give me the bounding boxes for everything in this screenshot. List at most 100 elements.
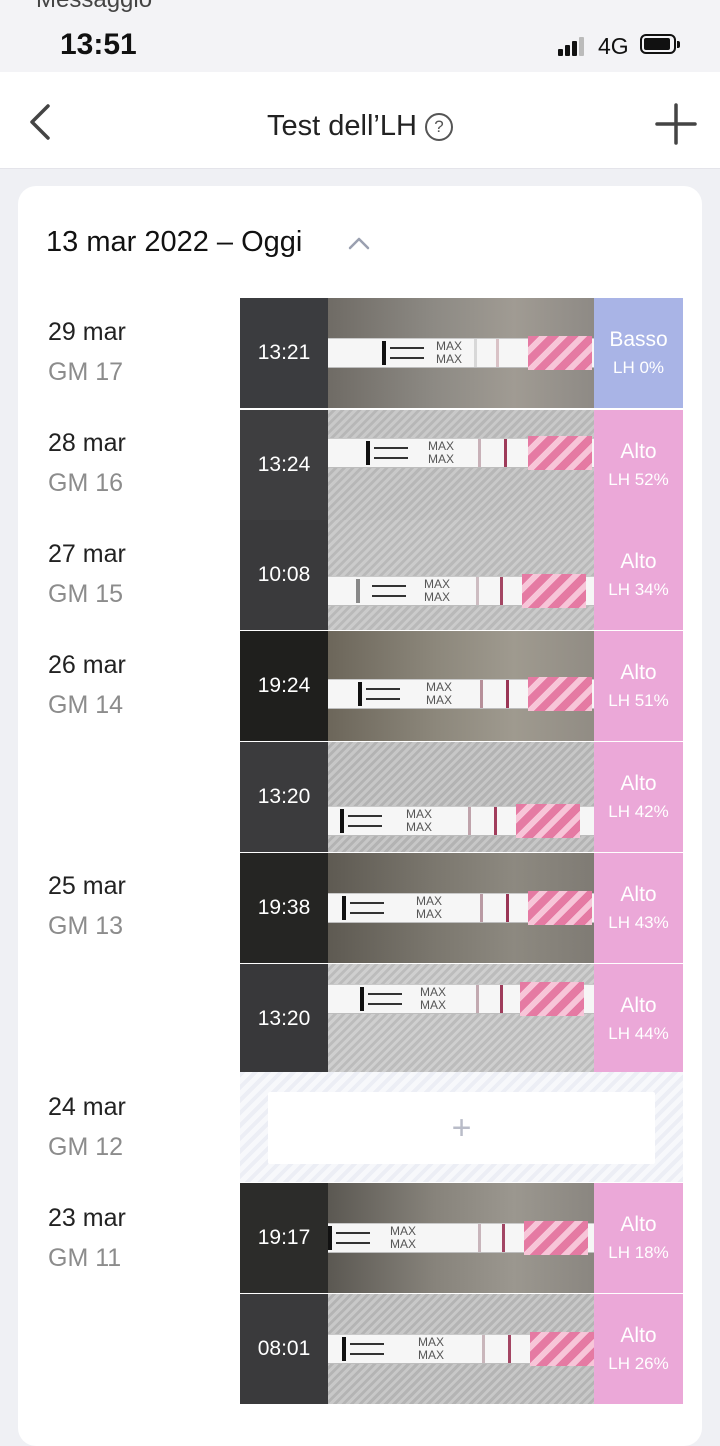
lh-level: Alto: [620, 1213, 657, 1236]
lh-result-badge: Alto LH 44%: [594, 964, 683, 1074]
lh-level: Alto: [620, 661, 657, 684]
cycle-day: GM 12: [48, 1133, 124, 1161]
lh-percent: LH 43%: [608, 913, 669, 932]
test-time: 13:20: [240, 742, 328, 852]
lh-percent: LH 26%: [608, 1354, 669, 1373]
cycle-day: GM 16: [48, 469, 124, 497]
test-entry[interactable]: 13:21 MAX MAX Basso LH 0%: [240, 298, 683, 408]
lh-result-badge: Alto LH 51%: [594, 631, 683, 741]
test-entry[interactable]: 19:17 MAX MAX Alto LH 18%: [240, 1183, 683, 1293]
strip-label: MAX: [424, 590, 451, 604]
lh-result-badge: Alto LH 42%: [594, 742, 683, 852]
strip-label: MAX: [420, 998, 447, 1012]
strip-label: MAX: [426, 680, 453, 694]
strip-label: MAX: [418, 1335, 445, 1349]
add-test-icon[interactable]: [654, 102, 698, 146]
test-strip-photo: MAX MAX: [328, 964, 594, 1074]
test-time: 13:24: [240, 410, 328, 520]
lh-percent: LH 51%: [608, 691, 669, 710]
lh-level: Alto: [620, 550, 657, 573]
lh-percent: LH 18%: [608, 1243, 669, 1262]
battery-icon: [640, 34, 680, 54]
back-to-app-label[interactable]: Messaggio: [36, 0, 152, 14]
strip-label: MAX: [418, 1348, 445, 1362]
test-strip: MAX MAX: [328, 982, 594, 1016]
test-strip: MAX MAX: [328, 1332, 594, 1366]
test-strip-photo: MAX MAX: [328, 853, 594, 963]
test-strip: MAX MAX: [328, 891, 594, 925]
test-strip-photo: MAX MAX: [328, 520, 594, 630]
lh-result-badge: Basso LH 0%: [594, 298, 683, 408]
day-date: 23 mar: [48, 1204, 126, 1232]
add-test-button[interactable]: +: [268, 1092, 655, 1164]
test-entry[interactable]: 10:08 MAX MAX Alto LH 34%: [240, 520, 683, 630]
lh-result-badge: Alto LH 26%: [594, 1294, 683, 1404]
test-entry[interactable]: 13:24 MAX MAX Alto LH 52%: [240, 409, 683, 520]
test-entry[interactable]: 13:20 MAX MAX Alto LH 42%: [240, 742, 683, 852]
lh-result-badge: Alto LH 43%: [594, 853, 683, 963]
test-entry[interactable]: 13:20 MAX MAX Alto LH 44%: [240, 964, 683, 1074]
strip-label: MAX: [416, 894, 443, 908]
test-strip: MAX MAX: [328, 336, 594, 370]
lh-percent: LH 52%: [608, 470, 669, 489]
strip-label: MAX: [436, 352, 463, 366]
test-strip-photo: MAX MAX: [328, 298, 594, 408]
day-date: 24 mar: [48, 1093, 126, 1121]
lh-result-badge: Alto LH 52%: [594, 410, 683, 520]
strip-label: MAX: [424, 577, 451, 591]
test-time: 13:21: [240, 298, 328, 408]
nav-bar: Test dell’LH?: [0, 72, 720, 169]
empty-day-slot: +: [240, 1072, 683, 1182]
strip-label: MAX: [406, 820, 433, 834]
test-time: 10:08: [240, 520, 328, 630]
network-type: 4G: [598, 33, 629, 59]
cycle-day: GM 11: [48, 1244, 122, 1272]
test-strip-photo: MAX MAX: [328, 410, 594, 520]
strip-label: MAX: [426, 693, 453, 707]
test-entry[interactable]: 08:01 MAX MAX Alto LH 26%: [240, 1294, 683, 1404]
test-strip-photo: MAX MAX: [328, 742, 594, 852]
cycle-day: GM 13: [48, 912, 124, 940]
test-strip: MAX MAX: [328, 436, 594, 470]
day-date: 25 mar: [48, 872, 126, 900]
test-strip-photo: MAX MAX: [328, 631, 594, 741]
test-time: 13:20: [240, 964, 328, 1074]
lh-level: Alto: [620, 994, 657, 1017]
lh-percent: LH 34%: [608, 580, 669, 599]
test-time: 19:24: [240, 631, 328, 741]
day-date: 28 mar: [48, 429, 126, 457]
strip-label: MAX: [390, 1237, 417, 1251]
test-strip: MAX MAX: [328, 574, 594, 608]
test-time: 19:17: [240, 1183, 328, 1293]
lh-result-badge: Alto LH 18%: [594, 1183, 683, 1293]
cycle-day: GM 17: [48, 358, 124, 386]
strip-label: MAX: [406, 807, 433, 821]
lh-level: Alto: [620, 1324, 657, 1347]
day-date: 27 mar: [48, 540, 126, 568]
test-strip: MAX MAX: [328, 1221, 594, 1255]
day-date: 29 mar: [48, 318, 126, 346]
test-history-card: 13 mar 2022 – Oggi 29 mar GM 17 28 mar G…: [18, 186, 702, 1446]
period-title: 13 mar 2022 – Oggi: [46, 226, 303, 258]
test-entry[interactable]: 19:38 MAX MAX Alto LH 43%: [240, 853, 683, 963]
strip-label: MAX: [428, 439, 455, 453]
lh-level: Alto: [620, 772, 657, 795]
help-icon[interactable]: ?: [424, 113, 453, 141]
test-entry[interactable]: 19:24 MAX MAX Alto LH 51%: [240, 631, 683, 741]
lh-percent: LH 44%: [608, 1024, 669, 1043]
test-strip: MAX MAX: [328, 804, 594, 838]
cycle-day: GM 14: [48, 691, 124, 719]
chevron-up-icon[interactable]: [348, 236, 370, 250]
test-strip-photo: MAX MAX: [328, 1183, 594, 1293]
strip-label: MAX: [428, 452, 455, 466]
strip-label: MAX: [436, 339, 463, 353]
lh-level: Alto: [620, 440, 657, 463]
cycle-day: GM 15: [48, 580, 124, 608]
lh-percent: LH 0%: [612, 358, 665, 377]
lh-percent: LH 42%: [608, 802, 669, 821]
test-strip: MAX MAX: [328, 677, 594, 711]
test-time: 19:38: [240, 853, 328, 963]
test-strip-photo: MAX MAX: [328, 1294, 594, 1404]
strip-label: MAX: [390, 1224, 417, 1238]
strip-label: MAX: [420, 985, 447, 999]
